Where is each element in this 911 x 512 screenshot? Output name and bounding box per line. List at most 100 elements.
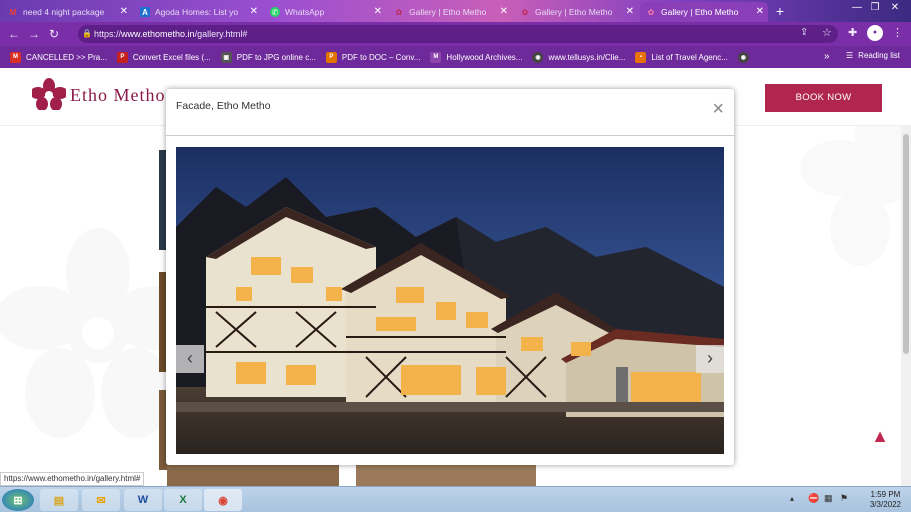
clock-date: 3/3/2022 (869, 500, 901, 509)
bookmark-item[interactable]: ▣ PDF to JPG online c... (220, 51, 316, 63)
facade-photo: ‹ › (176, 147, 724, 454)
brand-name[interactable]: Etho Metho (70, 85, 166, 106)
gallery-thumbnail[interactable] (167, 462, 339, 486)
status-bar-url: https://www.ethometho.in/gallery.html# (0, 472, 145, 486)
outlook-icon[interactable]: ✉ (82, 489, 120, 511)
share-icon[interactable]: ⇪ (800, 27, 808, 38)
bookmark-star-icon[interactable]: ☆ (822, 26, 832, 39)
windows-taskbar: ⊞ ▤ ✉ W X ◉ ▴ ⛔ ▦ ⚑ 1:59 PM 3/3/2022 (0, 486, 911, 512)
word-icon[interactable]: W (124, 489, 162, 511)
chrome-icon[interactable]: ◉ (204, 489, 242, 511)
agoda-icon: A (140, 7, 150, 17)
url-prefix: https:// (94, 29, 122, 39)
pdf-doc-icon: P (325, 51, 337, 63)
travel-icon: ▪ (635, 51, 647, 63)
page-scrollbar[interactable] (901, 126, 911, 486)
tab-title: WhatsApp (285, 7, 325, 17)
lock-icon: 🔒 (82, 29, 92, 38)
tab-title: need 4 night package (23, 7, 105, 17)
gallery-thumbnail[interactable] (356, 462, 536, 486)
bookmark-item[interactable]: P PDF to DOC – Conv... (325, 51, 421, 63)
next-image-button[interactable]: › (696, 345, 724, 373)
close-tab-icon[interactable]: ✕ (374, 6, 382, 17)
lightbox-title: Facade, Etho Metho (176, 100, 271, 112)
bookmark-item[interactable]: P Convert Excel files (... (116, 51, 211, 63)
previous-image-button[interactable]: ‹ (176, 345, 204, 373)
bookmark-label: Hollywood Archives... (446, 52, 523, 62)
etho-metho-logo-icon[interactable] (32, 78, 66, 110)
bookmark-item[interactable]: ◉ (737, 51, 754, 63)
etho-metho-icon: ✿ (521, 7, 529, 17)
bookmark-label: CANCELLED >> Pra... (26, 52, 107, 62)
pdf-jpg-icon: ▣ (220, 51, 232, 63)
gmail-icon: M (9, 7, 17, 17)
gmail-icon: M (10, 51, 21, 63)
bookmark-item[interactable]: M Hollywood Archives... (430, 51, 523, 63)
tray-shield-icon[interactable]: ⛔ (808, 493, 819, 504)
reload-icon[interactable]: ↻ (44, 27, 64, 41)
reading-list-icon: ☰ (846, 51, 854, 60)
system-clock[interactable]: 1:59 PM 3/3/2022 (870, 490, 901, 510)
minimize-button[interactable]: — (848, 1, 866, 15)
flag-icon[interactable]: ⚑ (840, 493, 848, 504)
extensions-icon[interactable]: ✚ (848, 26, 857, 39)
bookmark-label: PDF to JPG online c... (236, 52, 316, 62)
restore-button[interactable]: ❐ (866, 1, 884, 15)
bookmark-item[interactable]: M CANCELLED >> Pra... (10, 51, 107, 63)
divider (166, 135, 734, 136)
close-tab-icon[interactable]: ✕ (250, 6, 258, 17)
globe-icon: ◉ (737, 51, 749, 63)
url-field[interactable]: 🔒 https://www.ethometho.in/gallery.html# (78, 25, 838, 43)
reading-list-button[interactable]: ☰ Reading list (846, 51, 900, 60)
scroll-to-top-icon[interactable]: ▲ (866, 422, 894, 450)
profile-avatar[interactable]: ● (867, 25, 883, 41)
excel-icon[interactable]: X (164, 489, 202, 511)
tab-gallery-active[interactable]: ✿ Gallery | Etho Metho ✕ (640, 2, 768, 22)
tab-gmail[interactable]: M need 4 night package ✕ (2, 2, 132, 22)
tab-title: Agoda Homes: List yo (155, 7, 239, 17)
close-window-button[interactable]: ✕ (886, 1, 904, 15)
bookmark-label: PDF to DOC – Conv... (341, 52, 421, 62)
etho-metho-icon: ✿ (647, 7, 655, 17)
bookmarks-bar: M CANCELLED >> Pra... P Convert Excel file… (0, 46, 911, 68)
forward-icon[interactable]: → (24, 27, 44, 41)
close-icon[interactable]: × (712, 99, 724, 119)
close-tab-icon[interactable]: ✕ (626, 6, 634, 17)
new-tab-button[interactable]: + (772, 3, 788, 19)
back-icon[interactable]: ← (4, 27, 24, 41)
tab-title: Gallery | Etho Metho (409, 7, 487, 17)
menu-icon[interactable]: ⋮ (892, 26, 903, 39)
tray-expand-icon[interactable]: ▴ (790, 494, 794, 503)
bookmark-label: List of Travel Agenc... (651, 52, 728, 62)
etho-metho-icon: ✿ (395, 7, 403, 17)
close-tab-icon[interactable]: ✕ (500, 6, 508, 17)
scrollbar-thumb[interactable] (903, 134, 909, 354)
url-host: www.ethometho.in (121, 29, 195, 39)
tab-title: Gallery | Etho Metho (535, 7, 613, 17)
bookmark-item[interactable]: ◉ www.tellusys.in/Clie... (532, 51, 626, 63)
url-path: /gallery.html# (194, 29, 248, 39)
explorer-icon[interactable]: ▤ (40, 489, 78, 511)
more-bookmarks-icon[interactable]: » (824, 51, 830, 62)
tab-title: Gallery | Etho Metho (661, 7, 739, 17)
start-icon[interactable]: ⊞ (2, 489, 34, 511)
bookmark-item[interactable]: ▪ List of Travel Agenc... (635, 51, 728, 63)
address-toolbar: ← → ↻ 🔒 https://www.ethometho.in/gallery… (0, 22, 911, 46)
globe-icon: ◉ (532, 51, 544, 63)
clock-time: 1:59 PM (870, 490, 901, 499)
tab-whatsapp[interactable]: ✆ WhatsApp ✕ (264, 2, 386, 22)
reading-list-label: Reading list (858, 51, 900, 60)
close-tab-icon[interactable]: ✕ (120, 6, 128, 17)
bookmark-label: www.tellusys.in/Clie... (548, 52, 626, 62)
pdf-icon: P (116, 51, 128, 63)
network-icon[interactable]: ▦ (824, 493, 833, 504)
tab-gallery-1[interactable]: ✿ Gallery | Etho Metho ✕ (388, 2, 512, 22)
whatsapp-icon: ✆ (270, 7, 280, 17)
close-tab-icon[interactable]: ✕ (756, 6, 764, 17)
tab-agoda[interactable]: A Agoda Homes: List yo ✕ (134, 2, 262, 22)
browser-tab-bar: M need 4 night package ✕ A Agoda Homes: … (0, 0, 911, 22)
book-now-button[interactable]: BOOK NOW (765, 84, 882, 112)
tab-gallery-2[interactable]: ✿ Gallery | Etho Metho ✕ (514, 2, 638, 22)
image-lightbox: Facade, Etho Metho × ‹ › (166, 89, 734, 465)
bookmark-label: Convert Excel files (... (132, 52, 211, 62)
